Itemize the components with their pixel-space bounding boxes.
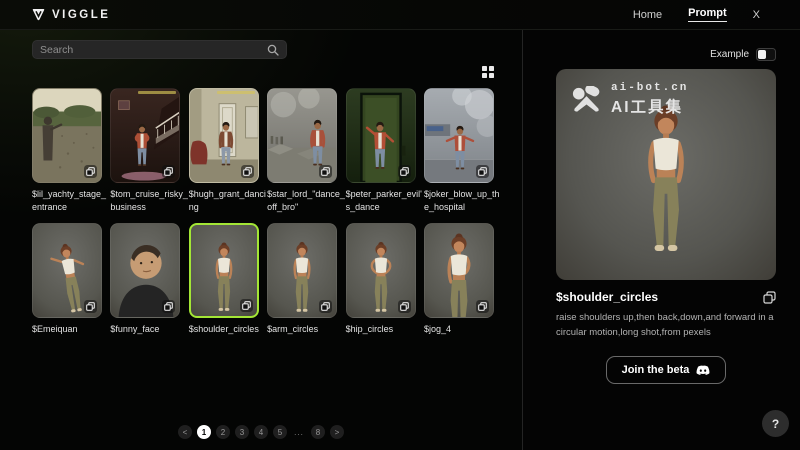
- copy-icon[interactable]: [84, 300, 97, 313]
- copy-prompt-icon[interactable]: [763, 291, 776, 304]
- page-button-5[interactable]: 5: [273, 425, 287, 439]
- thumbnail-Emeiquan[interactable]: [32, 223, 102, 318]
- nav-item-home[interactable]: Home: [633, 9, 662, 21]
- copy-icon[interactable]: [398, 165, 411, 178]
- thumbnail-label: $joker_blow_up_the_hospital: [424, 188, 502, 213]
- copy-icon[interactable]: [476, 165, 489, 178]
- page-button-2[interactable]: 2: [216, 425, 230, 439]
- thumbnail-label: $arm_circles: [267, 323, 345, 336]
- viggle-logo-icon: [32, 8, 45, 21]
- grid-view-icon[interactable]: [482, 66, 494, 79]
- preview-video[interactable]: ai-bot.cn AI工具集: [556, 69, 776, 280]
- thumbnail-label: $tom_cruise_risky_business: [110, 188, 188, 213]
- copy-icon[interactable]: [162, 300, 175, 313]
- gallery-item: $Emeiquan: [32, 223, 102, 336]
- copy-icon[interactable]: [319, 300, 332, 313]
- cta-label: Join the beta: [622, 364, 690, 376]
- thumbnail-jog-4[interactable]: [424, 223, 494, 318]
- page-button-3[interactable]: 3: [235, 425, 249, 439]
- thumbnail-label: $star_lord_"dance_off_bro": [267, 188, 345, 213]
- gallery-item: $peter_parker_evil's_dance: [346, 88, 416, 213]
- gallery-item: $lil_yachty_stage_entrance: [32, 88, 102, 213]
- tiny-caption-strip: [217, 91, 255, 94]
- thumbnail-joker-blow-up-the-hospital[interactable]: [424, 88, 494, 183]
- tiny-caption-strip: [138, 91, 176, 94]
- nav-item-prompt[interactable]: Prompt: [688, 7, 727, 22]
- detail-description: raise shoulders up,then back,down,and fo…: [556, 310, 776, 340]
- gallery-item: $hip_circles: [346, 223, 416, 336]
- gallery-item: $jog_4: [424, 223, 494, 336]
- gallery-item: $hugh_grant_dancing: [189, 88, 259, 213]
- gallery-item: $star_lord_"dance_off_bro": [267, 88, 337, 213]
- copy-icon[interactable]: [398, 300, 411, 313]
- detail-panel: Example ai-bot.cn AI工具集 $shoulder_circle…: [522, 30, 800, 450]
- watermark-line2: AI工具集: [611, 95, 688, 117]
- thumbnail-label: $hip_circles: [346, 323, 424, 336]
- thumbnail-hip-circles[interactable]: [346, 223, 416, 318]
- thumbnail-funny-face[interactable]: [110, 223, 180, 318]
- gallery-item: $arm_circles: [267, 223, 337, 336]
- join-beta-button[interactable]: Join the beta: [606, 356, 727, 384]
- thumbnail-hugh-grant-dancing[interactable]: [189, 88, 259, 183]
- thumbnail-star-lord-dance-off-bro[interactable]: [267, 88, 337, 183]
- watermark-line1: ai-bot.cn: [611, 82, 688, 94]
- copy-icon[interactable]: [476, 300, 489, 313]
- next-page-button[interactable]: >: [330, 425, 344, 439]
- thumbnail-grid: $lil_yachty_stage_entrance$tom_cruise_ri…: [32, 88, 494, 336]
- thumbnail-peter-parker-evil-s-dance[interactable]: [346, 88, 416, 183]
- page-button-1[interactable]: 1: [197, 425, 211, 439]
- pagination-ellipsis: ...: [292, 425, 306, 439]
- nav-item-x[interactable]: X: [753, 9, 760, 21]
- page-button-4[interactable]: 4: [254, 425, 268, 439]
- brand-name: VIGGLE: [52, 9, 110, 21]
- gallery-item: $joker_blow_up_the_hospital: [424, 88, 494, 213]
- thumbnail-label: $lil_yachty_stage_entrance: [32, 188, 110, 213]
- gallery-panel: $lil_yachty_stage_entrance$tom_cruise_ri…: [0, 30, 522, 450]
- thumbnail-label: $jog_4: [424, 323, 502, 336]
- prev-page-button[interactable]: <: [178, 425, 192, 439]
- help-button[interactable]: ?: [762, 410, 789, 437]
- header: VIGGLE Home Prompt X: [0, 0, 800, 30]
- brand-logo[interactable]: VIGGLE: [32, 8, 110, 21]
- example-label: Example: [710, 49, 749, 60]
- thumbnail-label: $hugh_grant_dancing: [189, 188, 267, 213]
- copy-icon[interactable]: [84, 165, 97, 178]
- copy-icon[interactable]: [241, 165, 254, 178]
- detail-title: $shoulder_circles: [556, 290, 658, 304]
- page-button-8[interactable]: 8: [311, 425, 325, 439]
- toggle-knob: [758, 50, 766, 59]
- pagination: <12345... 8 >: [0, 425, 522, 439]
- thumbnail-shoulder-circles[interactable]: [189, 223, 259, 318]
- ai-bot-logo-icon: [570, 86, 603, 114]
- example-toggle[interactable]: [756, 48, 776, 61]
- gallery-item: $tom_cruise_risky_business: [110, 88, 180, 213]
- thumbnail-arm-circles[interactable]: [267, 223, 337, 318]
- thumbnail-label: $Emeiquan: [32, 323, 110, 336]
- viggle-app: VIGGLE Home Prompt X $lil_yachty_stage_ent…: [0, 0, 800, 450]
- discord-icon: [696, 365, 710, 376]
- thumbnail-lil-yachty-stage-entrance[interactable]: [32, 88, 102, 183]
- header-nav: Home Prompt X: [633, 7, 760, 22]
- thumbnail-label: $funny_face: [110, 323, 188, 336]
- copy-icon[interactable]: [319, 165, 332, 178]
- copy-icon[interactable]: [240, 299, 253, 312]
- gallery-item: $shoulder_circles: [189, 223, 259, 336]
- search-box[interactable]: [32, 40, 287, 59]
- thumbnail-tom-cruise-risky-business[interactable]: [110, 88, 180, 183]
- thumbnail-label: $shoulder_circles: [189, 323, 267, 336]
- search-input[interactable]: [40, 44, 267, 56]
- search-icon: [267, 44, 279, 56]
- copy-icon[interactable]: [162, 165, 175, 178]
- gallery-item: $funny_face: [110, 223, 180, 336]
- thumbnail-label: $peter_parker_evil's_dance: [346, 188, 424, 213]
- watermark: ai-bot.cn AI工具集: [570, 82, 688, 117]
